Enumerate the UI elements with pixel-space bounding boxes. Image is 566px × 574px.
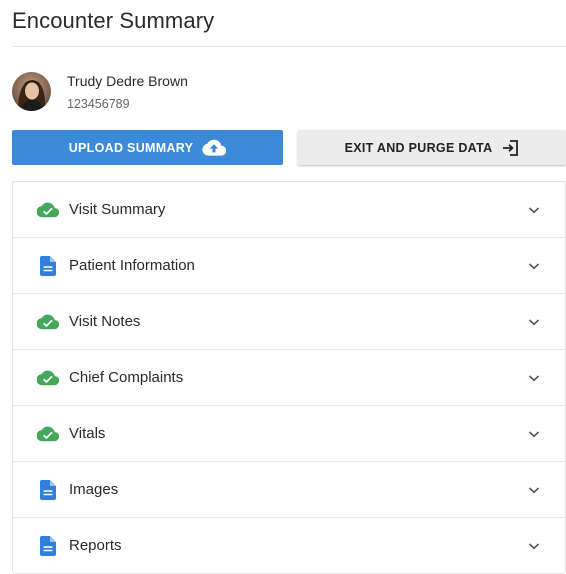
exit-icon	[501, 139, 519, 157]
upload-summary-label: UPLOAD SUMMARY	[68, 140, 194, 155]
cloud-check-icon	[37, 200, 59, 220]
upload-summary-button[interactable]: UPLOAD SUMMARY	[12, 130, 283, 165]
exit-and-purge-label: EXIT AND PURGE DATA	[344, 140, 493, 155]
document-icon	[37, 256, 59, 276]
section-visit-summary[interactable]: Visit Summary	[13, 182, 565, 238]
chevron-down-icon[interactable]	[526, 314, 542, 330]
section-label: Chief Complaints	[69, 369, 184, 386]
cloud-check-icon	[37, 424, 59, 444]
patient-id: 123456789	[67, 97, 130, 111]
section-visit-notes[interactable]: Visit Notes	[13, 294, 565, 350]
section-label: Patient Information	[69, 257, 195, 274]
cloud-check-icon	[37, 312, 59, 332]
patient-header: Trudy Dedre Brown 123456789	[12, 72, 412, 112]
cloud-upload-icon	[202, 139, 227, 156]
page-title: Encounter Summary	[12, 8, 215, 33]
section-patient-information[interactable]: Patient Information	[13, 238, 565, 294]
section-vitals[interactable]: Vitals	[13, 406, 565, 462]
section-chief-complaints[interactable]: Chief Complaints	[13, 350, 565, 406]
chevron-down-icon[interactable]	[526, 538, 542, 554]
avatar	[12, 72, 51, 111]
section-images[interactable]: Images	[13, 462, 565, 518]
chevron-down-icon[interactable]	[526, 426, 542, 442]
cloud-check-icon	[37, 368, 59, 388]
section-label: Images	[69, 481, 119, 498]
document-icon	[37, 536, 59, 556]
chevron-down-icon[interactable]	[526, 370, 542, 386]
encounter-sections-accordion: Visit Summary Patient Information Visit …	[12, 181, 566, 574]
section-label: Visit Notes	[69, 313, 141, 330]
document-icon	[37, 480, 59, 500]
section-label: Visit Summary	[69, 201, 166, 218]
section-label: Reports	[69, 537, 122, 554]
section-label: Vitals	[69, 425, 106, 442]
patient-name: Trudy Dedre Brown	[67, 73, 188, 89]
chevron-down-icon[interactable]	[526, 258, 542, 274]
title-divider	[12, 46, 566, 47]
section-reports[interactable]: Reports	[13, 518, 565, 574]
chevron-down-icon[interactable]	[526, 202, 542, 218]
exit-and-purge-button[interactable]: EXIT AND PURGE DATA	[298, 130, 566, 165]
chevron-down-icon[interactable]	[526, 482, 542, 498]
